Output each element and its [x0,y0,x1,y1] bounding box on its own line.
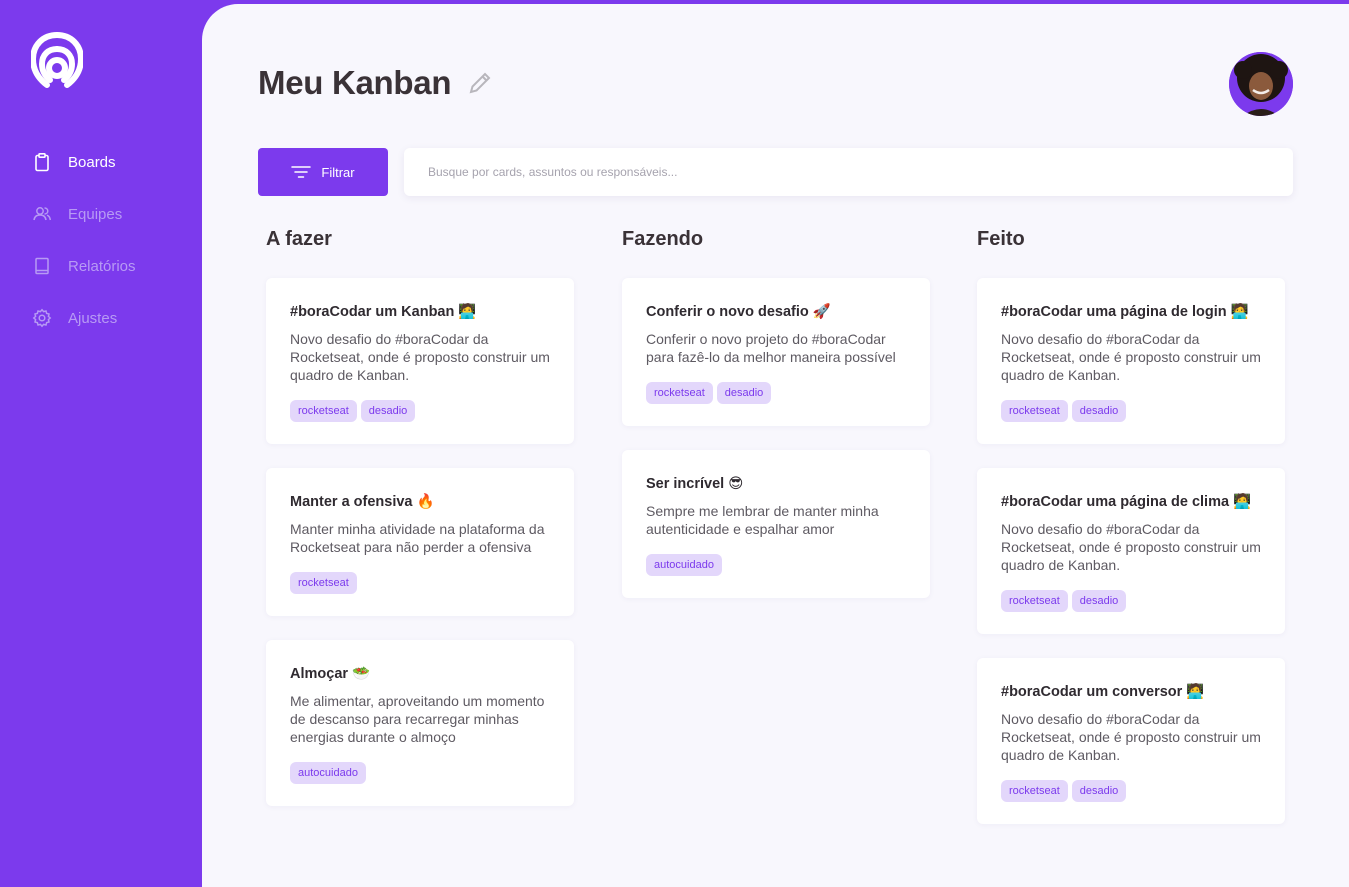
clipboard-icon [32,152,52,172]
card-title: Ser incrível 😎 [646,476,744,492]
card-list: #boraCodar uma página de login 🧑‍💻 Novo … [977,278,1285,824]
app-logo-icon[interactable] [31,31,83,89]
filter-icon [291,166,312,178]
tag-badge[interactable]: rocketseat [290,400,357,422]
column-fazendo: Fazendo Conferir o novo desafio 🚀 Confer… [622,228,930,622]
sidebar-item-label: Equipes [68,205,123,223]
book-icon [32,256,52,276]
kanban-card[interactable]: #boraCodar um conversor 🧑‍💻 Novo desafio… [977,658,1285,824]
kanban-card[interactable]: Conferir o novo desafio 🚀 Conferir o nov… [622,278,930,426]
card-title: Almoçar 🥗 [290,666,371,682]
sidebar: Boards Equipes Relatórios Ajustes [0,0,202,887]
tag-badge[interactable]: desadio [1071,780,1127,802]
filter-button[interactable]: Filtrar [258,148,388,196]
kanban-card[interactable]: #boraCodar um Kanban 🧑‍💻 Novo desafio do… [266,278,574,444]
sidebar-item-label: Ajustes [68,309,118,327]
kanban-card[interactable]: Manter a ofensiva 🔥 Manter minha ativida… [266,468,574,616]
card-tags: rocketseat desadio [290,400,550,422]
tag-badge[interactable]: autocuidado [290,762,366,784]
card-list: #boraCodar um Kanban 🧑‍💻 Novo desafio do… [266,278,574,806]
kanban-card[interactable]: Almoçar 🥗 Me alimentar, aproveitando um … [266,640,574,806]
column-title: Feito [977,228,1025,250]
card-description: Conferir o novo projeto do #boraCodar pa… [646,331,896,365]
tag-badge[interactable]: desadio [360,400,416,422]
page-header: Meu Kanban [258,64,493,102]
card-list: Conferir o novo desafio 🚀 Conferir o nov… [622,278,930,598]
card-description: Sempre me lembrar de manter minha autent… [646,503,879,537]
card-title: #boraCodar um Kanban 🧑‍💻 [290,304,477,320]
tag-badge[interactable]: rocketseat [290,572,357,594]
column-title: A fazer [266,228,332,250]
card-title: Conferir o novo desafio 🚀 [646,304,831,320]
card-title: Manter a ofensiva 🔥 [290,494,435,510]
card-tags: rocketseat desadio [646,382,906,404]
card-description: Novo desafio do #boraCodar da Rocketseat… [1001,331,1261,383]
tag-badge[interactable]: rocketseat [1001,590,1068,612]
sidebar-item-boards[interactable]: Boards [32,149,136,175]
card-description: Me alimentar, aproveitando um momento de… [290,693,545,745]
tag-badge[interactable]: rocketseat [1001,400,1068,422]
tag-badge[interactable]: desadio [716,382,772,404]
kanban-card[interactable]: #boraCodar uma página de login 🧑‍💻 Novo … [977,278,1285,444]
card-title: #boraCodar uma página de login 🧑‍💻 [1001,304,1249,320]
gear-icon [32,308,52,328]
tag-badge[interactable]: rocketseat [1001,780,1068,802]
main-content: Meu Kanban Filtrar A fazer #boraCodar um… [202,4,1349,887]
page-title: Meu Kanban [258,64,452,101]
sidebar-item-relatorios[interactable]: Relatórios [32,253,136,279]
sidebar-item-label: Relatórios [68,257,136,275]
card-tags: rocketseat desadio [1001,780,1261,802]
card-title: #boraCodar uma página de clima 🧑‍💻 [1001,494,1252,510]
search-input[interactable] [404,148,1293,196]
sidebar-nav: Boards Equipes Relatórios Ajustes [32,149,136,357]
card-tags: rocketseat desadio [1001,400,1261,422]
user-avatar[interactable] [1229,52,1293,116]
column-title: Fazendo [622,228,704,250]
tag-badge[interactable]: desadio [1071,590,1127,612]
user-avatar-image [1229,52,1293,116]
card-tags: autocuidado [646,554,906,576]
sidebar-item-ajustes[interactable]: Ajustes [32,305,136,331]
pencil-edit-icon[interactable] [467,70,493,96]
card-description: Novo desafio do #boraCodar da Rocketseat… [1001,521,1261,573]
filter-button-label: Filtrar [321,164,355,180]
card-description: Novo desafio do #boraCodar da Rocketseat… [1001,711,1261,763]
card-description: Novo desafio do #boraCodar da Rocketseat… [290,331,550,383]
users-icon [32,204,52,224]
tag-badge[interactable]: autocuidado [646,554,722,576]
sidebar-item-label: Boards [68,153,116,171]
sidebar-item-equipes[interactable]: Equipes [32,201,136,227]
tag-badge[interactable]: rocketseat [646,382,713,404]
column-feito: Feito #boraCodar uma página de login 🧑‍💻… [977,228,1285,848]
card-title: #boraCodar um conversor 🧑‍💻 [1001,684,1205,700]
tag-badge[interactable]: desadio [1071,400,1127,422]
card-tags: rocketseat desadio [1001,590,1261,612]
column-a-fazer: A fazer #boraCodar um Kanban 🧑‍💻 Novo de… [266,228,574,830]
kanban-card[interactable]: #boraCodar uma página de clima 🧑‍💻 Novo … [977,468,1285,634]
kanban-card[interactable]: Ser incrível 😎 Sempre me lembrar de mant… [622,450,930,598]
card-tags: autocuidado [290,762,550,784]
card-description: Manter minha atividade na plataforma da … [290,521,545,555]
card-tags: rocketseat [290,572,550,594]
